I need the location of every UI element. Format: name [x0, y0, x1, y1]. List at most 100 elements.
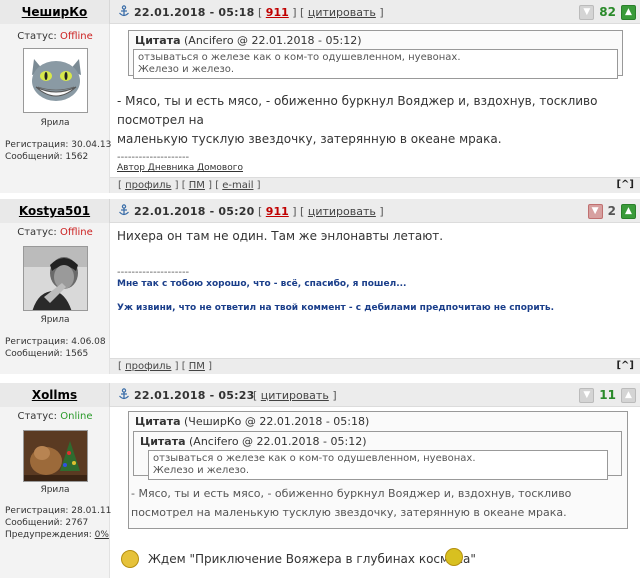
quote-link[interactable]: цитировать	[308, 205, 376, 218]
post-3-rating: ▼ 11 ▲	[579, 386, 636, 404]
post-3: Xollms 22.01.2018 - 05:23 [ цитировать ]…	[0, 383, 640, 578]
author-name[interactable]: ЧеширКо	[22, 5, 88, 19]
author-name[interactable]: Xollms	[32, 388, 77, 402]
footer-links: [ профиль ] [ ПМ ] [ e-mail ]	[118, 180, 261, 191]
quote-link[interactable]: цитировать	[308, 6, 376, 19]
post-2-footer: [ профиль ] [ ПМ ] [^]	[0, 358, 640, 374]
post-1: ЧеширКо 22.01.2018 - 05:18 [ 911 ] [ цит…	[0, 0, 640, 193]
post-3-header: 22.01.2018 - 05:23 [ цитировать ] ▼ 11 ▲	[110, 383, 640, 407]
avatar-caption: Ярила	[40, 118, 70, 128]
footer-right: [ профиль ] [ ПМ ] [ e-mail ] [^]	[110, 177, 640, 193]
status-label: Статус:	[17, 411, 58, 422]
cat-christmas-avatar-icon	[24, 431, 87, 481]
signature-separator: --------------------	[117, 152, 190, 163]
quote-title: Цитата	[135, 415, 181, 428]
rate-up-icon[interactable]: ▲	[621, 203, 636, 219]
nested-quote-content: отзываться о железе как о ком-то одушевл…	[148, 450, 608, 480]
reg-value: 28.01.11	[71, 506, 112, 516]
post-3-author-cell: Xollms	[0, 383, 110, 407]
post-text-line: маленькую тусклую звездочку, затерянную …	[117, 132, 502, 146]
post-2-rating: ▼ 2 ▲	[587, 202, 636, 220]
user-status: Статус: Offline	[0, 31, 110, 42]
rating-value: 11	[599, 388, 616, 402]
portrait-avatar-icon	[24, 247, 87, 310]
quote-line: Железо и железо.	[138, 64, 235, 75]
post-date: 22.01.2018 - 05:18	[134, 6, 255, 19]
post-text-line: Нихера он там не один. Там же энлонавты …	[117, 229, 444, 243]
rate-up-icon[interactable]: ▲	[621, 387, 636, 403]
post-text: - Мясо, ты и есть мясо, - обиженно буркн…	[117, 92, 640, 149]
anchor-icon[interactable]	[118, 5, 130, 17]
rate-down-icon[interactable]: ▼	[587, 203, 603, 219]
avatar-caption: Ярила	[40, 485, 70, 495]
rate-up-icon[interactable]: ▲	[621, 4, 636, 20]
post-1-footer: [ профиль ] [ ПМ ] [ e-mail ] [^]	[0, 177, 640, 193]
user-meta: Регистрация: 30.04.13 Сообщений: 1562	[5, 139, 111, 163]
post-2-header-links: [ 911 ] [ цитировать ]	[258, 205, 384, 218]
warn-value[interactable]: 0%	[95, 530, 109, 540]
post-date: 22.01.2018 - 05:20	[134, 205, 255, 218]
user-meta: Регистрация: 28.01.11 Сообщений: 2767 Пр…	[5, 505, 111, 541]
profile-link[interactable]: профиль	[125, 180, 171, 191]
reg-value: 4.06.08	[71, 337, 106, 347]
cheshire-cat-avatar-icon	[24, 49, 87, 112]
rate-down-icon[interactable]: ▼	[579, 4, 595, 20]
reg-label: Регистрация:	[5, 337, 69, 347]
quote-line: Железо и железо.	[153, 465, 250, 476]
footer-left	[0, 177, 110, 193]
reg-value: 30.04.13	[71, 140, 112, 150]
nested-quote-source: (Ancifero @ 22.01.2018 - 05:12)	[189, 435, 367, 448]
user-status: Статус: Online	[0, 411, 110, 422]
msgs-label: Сообщений:	[5, 518, 63, 528]
post-text: Нихера он там не один. Там же энлонавты …	[117, 227, 443, 246]
rate-down-icon[interactable]: ▼	[579, 387, 595, 403]
author-name[interactable]: Kostya501	[19, 204, 90, 218]
quote-source: (ЧеширКо @ 22.01.2018 - 05:18)	[184, 415, 370, 428]
post-1-header: 22.01.2018 - 05:18 [ 911 ] [ цитировать …	[110, 0, 640, 24]
signature-link[interactable]: Автор Дневника Домового	[117, 163, 243, 173]
quote-block: Цитата (ЧеширКо @ 22.01.2018 - 05:18) Ци…	[128, 411, 628, 529]
msgs-label: Сообщений:	[5, 152, 63, 162]
email-link[interactable]: e-mail	[222, 180, 253, 191]
signature-separator: --------------------	[117, 267, 190, 278]
post-number-link[interactable]: 911	[266, 6, 289, 19]
quote-content: - Мясо, ты и есть мясо, - обиженно буркн…	[129, 476, 627, 522]
signature-line: Уж извини, что не ответил на твой коммен…	[117, 303, 555, 313]
post-1-author-cell: ЧеширКо	[0, 0, 110, 24]
footer-links: [ профиль ] [ ПМ ]	[118, 361, 213, 372]
post-3-header-links: [ цитировать ]	[253, 389, 337, 402]
anchor-icon[interactable]	[118, 204, 130, 216]
status-value: Offline	[59, 227, 93, 238]
reg-label: Регистрация:	[5, 140, 69, 150]
scroll-top-link[interactable]: [^]	[616, 179, 634, 190]
quote-line: отзываться о железе как о ком-то одушевл…	[153, 453, 476, 464]
pm-link[interactable]: ПМ	[189, 361, 205, 372]
pm-link[interactable]: ПМ	[189, 180, 205, 191]
post-2: Kostya501 22.01.2018 - 05:20 [ 911 ] [ ц…	[0, 199, 640, 374]
profile-link[interactable]: профиль	[125, 361, 171, 372]
quote-link[interactable]: цитировать	[261, 389, 329, 402]
rating-value: 2	[607, 204, 616, 218]
user-status: Статус: Offline	[0, 227, 110, 238]
quote-line: отзываться о железе как о ком-то одушевл…	[138, 52, 461, 63]
quote-block: Цитата (Ancifero @ 22.01.2018 - 05:12) о…	[128, 30, 623, 79]
scroll-top-link[interactable]: [^]	[616, 360, 634, 371]
rating-value: 82	[599, 5, 616, 19]
post-number-link[interactable]: 911	[266, 205, 289, 218]
post-date: 22.01.2018 - 05:23	[134, 389, 255, 402]
signature-line: Мне так с тобою хорошо, что - всё, спаси…	[117, 279, 407, 289]
status-value: Offline	[59, 31, 93, 42]
avatar	[23, 430, 88, 482]
msgs-value: 2767	[65, 518, 89, 528]
quote-content: отзываться о железе как о ком-то одушевл…	[133, 49, 618, 79]
warn-label: Предупреждения:	[5, 530, 92, 540]
status-value: Online	[60, 411, 93, 422]
msgs-value: 1562	[65, 152, 89, 162]
post-text-line: Ждем "Приключение Вояжера в глубинах кос…	[148, 552, 476, 566]
anchor-icon[interactable]	[118, 388, 130, 400]
user-meta: Регистрация: 4.06.08 Сообщений: 1565	[5, 336, 106, 360]
footer-right: [ профиль ] [ ПМ ] [^]	[110, 358, 640, 374]
status-label: Статус:	[17, 31, 57, 42]
post-2-author-cell: Kostya501	[0, 199, 110, 223]
nested-quote-title: Цитата	[140, 435, 186, 448]
